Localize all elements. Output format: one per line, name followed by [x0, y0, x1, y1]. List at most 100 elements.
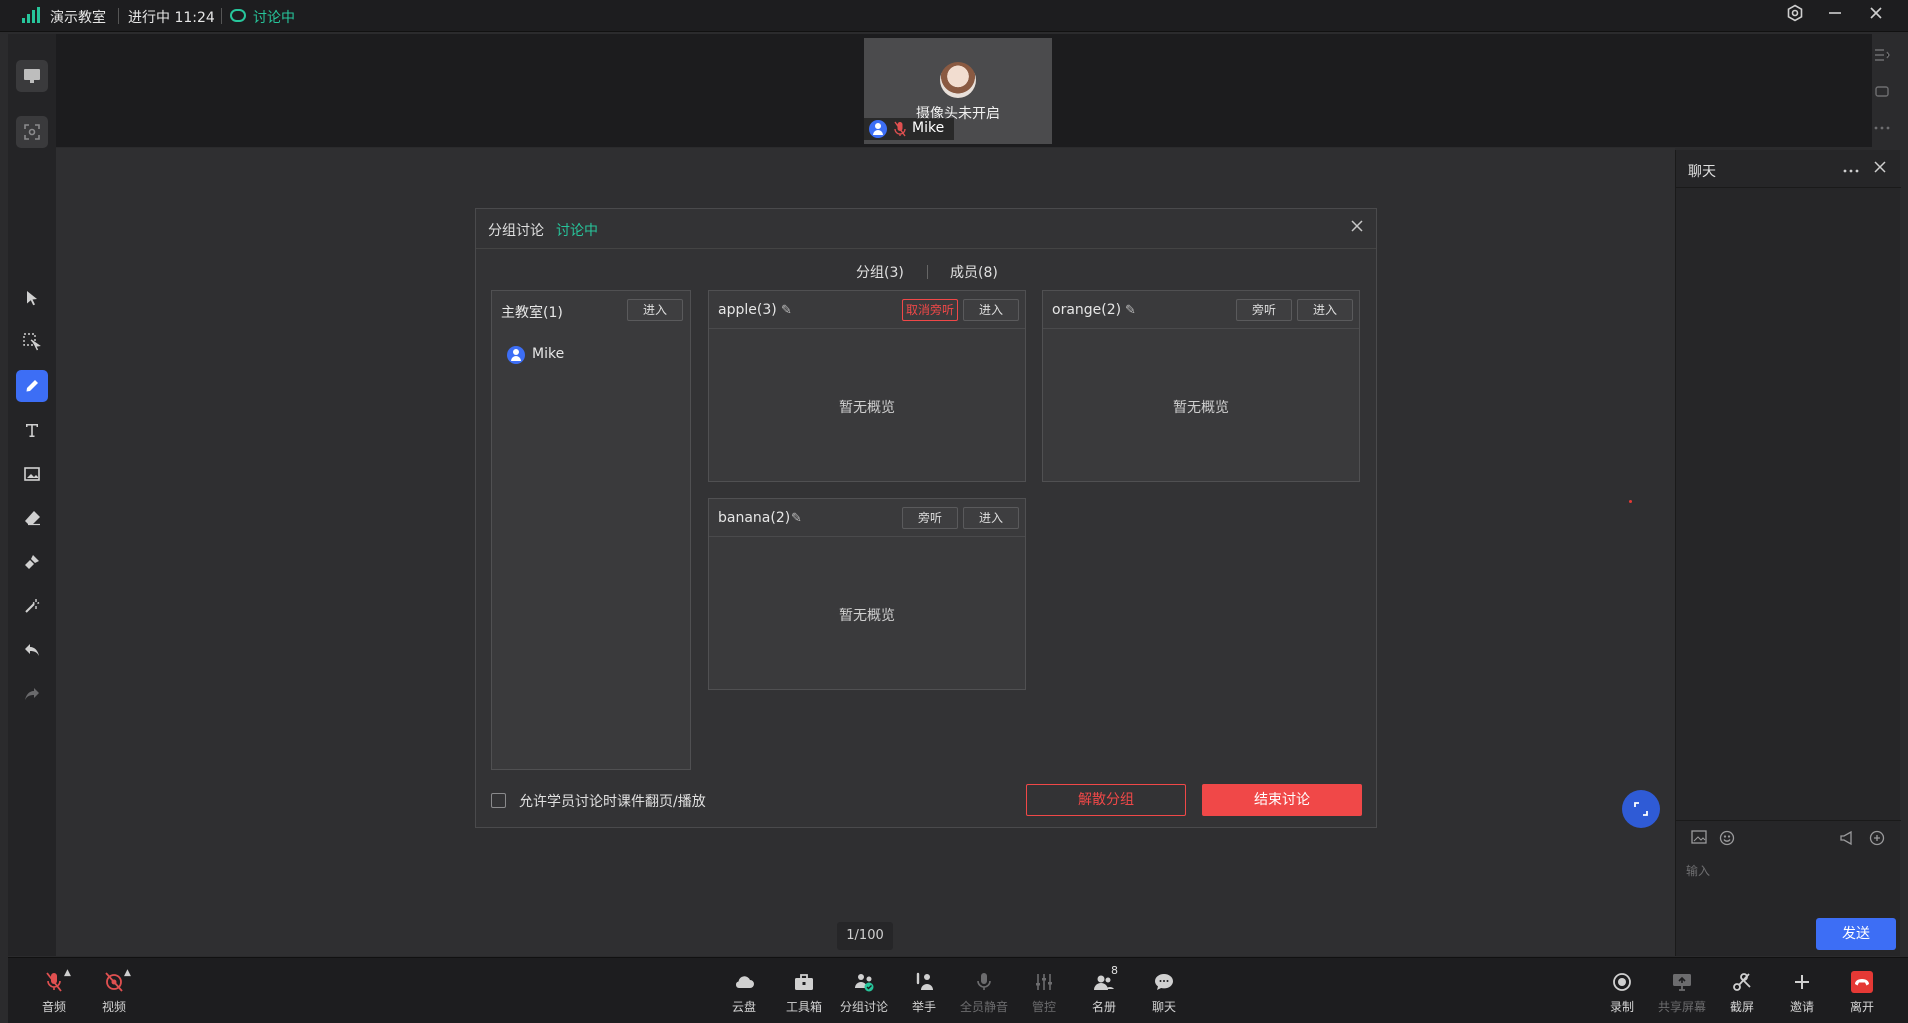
dialog-status: 讨论中: [556, 223, 598, 239]
video-button[interactable]: 视频: [84, 970, 144, 1015]
eraser-icon[interactable]: [16, 502, 48, 534]
group-enter-button[interactable]: 进入: [963, 507, 1019, 529]
breakout-icon: [855, 974, 874, 992]
text-icon[interactable]: [16, 414, 48, 446]
end-discussion-button[interactable]: 结束讨论: [1202, 784, 1362, 816]
listen-button[interactable]: 旁听: [902, 507, 958, 529]
record-icon: [1613, 973, 1631, 991]
mic-muted-icon: [894, 121, 906, 137]
announce-icon[interactable]: [1838, 830, 1856, 848]
chat-settings-icon[interactable]: [1868, 830, 1886, 848]
breakout-dialog: 分组讨论 讨论中 分组(3) 成员(8) 主教室(1) 进入 Mike appl…: [475, 208, 1377, 828]
signal-icon: [22, 7, 40, 23]
dialog-title: 分组讨论: [488, 223, 544, 239]
avatar: [940, 62, 976, 98]
discussion-status: 讨论中: [253, 10, 295, 26]
send-button[interactable]: 发送: [1816, 918, 1896, 950]
classroom-name: 演示教室: [50, 10, 106, 26]
more-icon[interactable]: [1874, 118, 1890, 134]
disband-groups-button[interactable]: 解散分组: [1026, 784, 1186, 816]
control-button[interactable]: 管控: [1014, 970, 1074, 1015]
video-caret-icon[interactable]: ▲: [124, 968, 131, 978]
mute-all-icon: [977, 973, 991, 990]
group-card-apple: apple(3) ✎ 取消旁听 进入 暂无概览: [708, 290, 1026, 482]
laser-icon[interactable]: [16, 590, 48, 622]
list-view-icon[interactable]: [1874, 48, 1890, 66]
class-status-time: 进行中 11:24: [128, 10, 215, 26]
invite-button[interactable]: 邀请: [1772, 970, 1832, 1015]
chat-input[interactable]: 输入: [1686, 862, 1710, 879]
expand-icon[interactable]: [1622, 790, 1660, 828]
roster-button[interactable]: 8 名册: [1074, 964, 1134, 1015]
leave-button[interactable]: 离开: [1832, 970, 1892, 1015]
tab-groups[interactable]: 分组(3): [856, 262, 904, 282]
settings-icon[interactable]: [1783, 4, 1807, 28]
group-card-banana: banana(2) ✎ 旁听 进入 暂无概览: [708, 498, 1026, 690]
control-icon: [1036, 974, 1052, 990]
screen-capture-icon[interactable]: [16, 116, 48, 148]
emoji-icon[interactable]: [1718, 830, 1736, 848]
allow-paging-checkbox[interactable]: [491, 793, 506, 808]
bottom-toolbar: 音频 ▲ 视频 ▲ 云盘 工具箱 分组讨论 举手 全员静音 管控 8 名册 聊天: [8, 957, 1908, 1023]
close-icon[interactable]: [1350, 217, 1364, 238]
participant-name: Mike: [912, 120, 945, 136]
edit-icon[interactable]: ✎: [791, 511, 802, 526]
chat-title: 聊天: [1688, 164, 1716, 180]
screenshot-icon: [1733, 973, 1751, 991]
main-room-member: Mike: [532, 346, 565, 362]
group-enter-button[interactable]: 进入: [1297, 299, 1353, 321]
pen-icon[interactable]: [16, 370, 48, 402]
allow-paging-label: 允许学员讨论时课件翻页/播放: [519, 794, 706, 810]
group-name: banana(2): [718, 510, 791, 526]
edit-icon[interactable]: ✎: [781, 303, 792, 318]
brush-icon[interactable]: [16, 546, 48, 578]
breakout-button[interactable]: 分组讨论: [834, 970, 894, 1015]
listen-button[interactable]: 旁听: [1236, 299, 1292, 321]
raise-hand-button[interactable]: 举手: [894, 970, 954, 1015]
image-icon[interactable]: [16, 458, 48, 490]
cancel-listen-button[interactable]: 取消旁听: [902, 299, 958, 321]
user-icon: [869, 120, 887, 138]
chat-messages: [1676, 188, 1901, 820]
undo-icon[interactable]: [16, 634, 48, 666]
image-icon[interactable]: [1690, 830, 1708, 848]
left-toolbar: [8, 34, 56, 956]
select-icon[interactable]: [16, 326, 48, 358]
chat-button[interactable]: 聊天: [1134, 970, 1194, 1015]
cloud-button[interactable]: 云盘: [714, 970, 774, 1015]
tab-members[interactable]: 成员(8): [950, 262, 998, 282]
dialog-header: 分组讨论 讨论中: [476, 209, 1376, 249]
toolbox-button[interactable]: 工具箱: [774, 970, 834, 1015]
edit-icon[interactable]: ✎: [1125, 303, 1136, 318]
group-enter-button[interactable]: 进入: [963, 299, 1019, 321]
audio-caret-icon[interactable]: ▲: [64, 968, 71, 978]
chat-panel: 聊天 输入 发送: [1675, 150, 1901, 956]
share-screen-button[interactable]: 共享屏幕: [1652, 970, 1712, 1015]
roster-badge: 8: [1111, 964, 1118, 977]
camera-off-icon: [105, 972, 123, 992]
main-room-enter-button[interactable]: 进入: [627, 299, 683, 321]
pointer-icon[interactable]: [16, 282, 48, 314]
no-preview-text: 暂无概览: [839, 400, 895, 416]
close-window-icon[interactable]: [1864, 4, 1888, 28]
close-icon[interactable]: [1874, 158, 1886, 178]
screenshot-button[interactable]: 截屏: [1712, 970, 1772, 1015]
more-icon[interactable]: [1843, 158, 1859, 177]
group-name: orange(2): [1052, 302, 1122, 318]
leave-icon: [1851, 971, 1873, 993]
main-room-panel: 主教室(1) 进入 Mike: [491, 290, 691, 770]
page-indicator: 1/100: [837, 922, 893, 950]
toolbox-icon: [795, 974, 813, 990]
record-button[interactable]: 录制: [1592, 970, 1652, 1015]
board-view-icon[interactable]: [16, 60, 48, 92]
minimize-icon[interactable]: [1823, 4, 1847, 28]
mute-all-button[interactable]: 全员静音: [954, 970, 1014, 1015]
chat-icon: [1155, 974, 1173, 990]
title-bar: 演示教室 进行中 11:24 讨论中: [0, 0, 1908, 32]
window-icon[interactable]: [1874, 84, 1890, 102]
discussion-icon: [230, 9, 246, 22]
audio-button[interactable]: 音频: [24, 970, 84, 1015]
laser-dot: [1629, 500, 1632, 503]
group-card-orange: orange(2) ✎ 旁听 进入 暂无概览: [1042, 290, 1360, 482]
redo-icon[interactable]: [16, 678, 48, 710]
